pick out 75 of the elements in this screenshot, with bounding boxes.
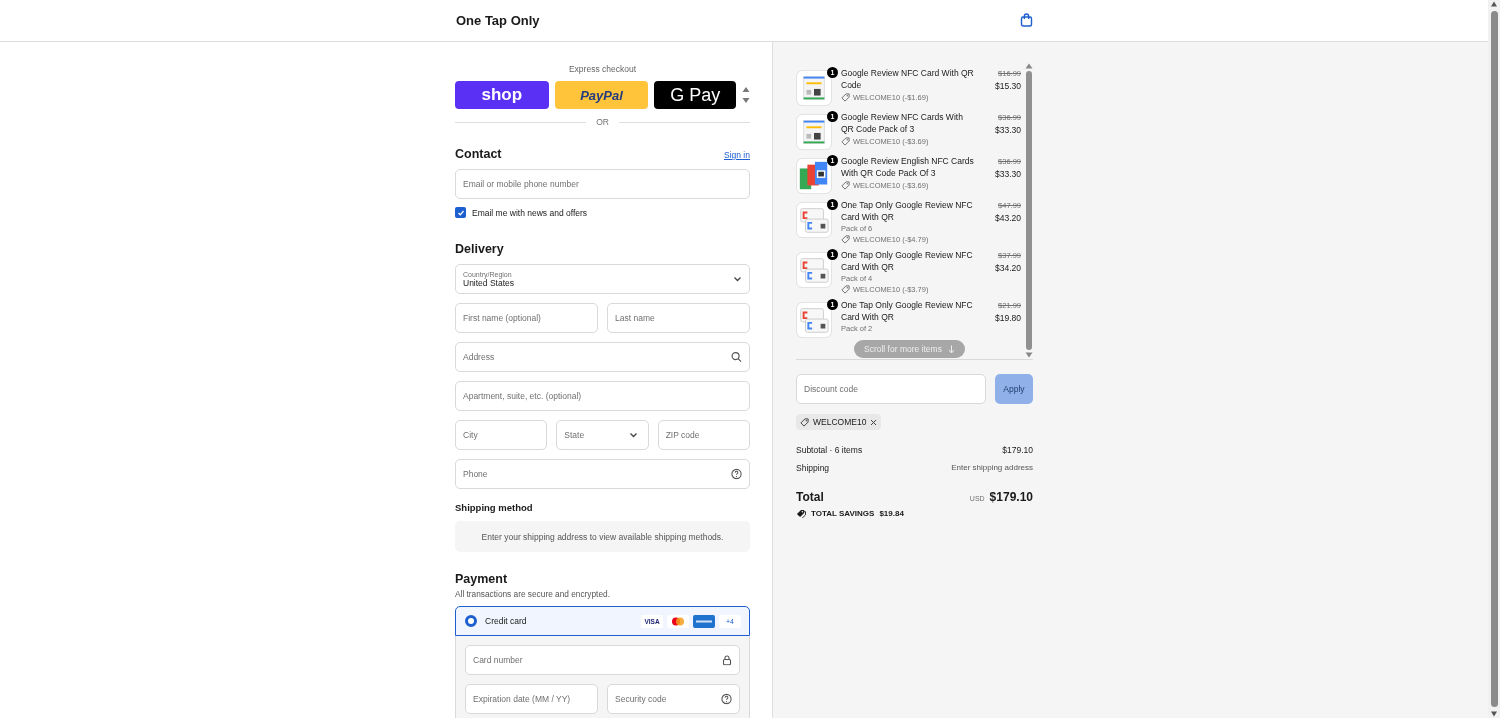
scroll-down-icon[interactable] bbox=[1025, 352, 1033, 358]
product-title: Google Review NFC Cards With QR Code Pack of 3 bbox=[841, 112, 964, 135]
scroll-down-icon[interactable] bbox=[1490, 710, 1498, 718]
savings-value: $19.84 bbox=[879, 509, 904, 518]
sign-in-link[interactable]: Sign in bbox=[724, 150, 750, 160]
total-value: $179.10 bbox=[989, 490, 1033, 504]
item-price: $33.30 bbox=[994, 125, 1021, 135]
input-field[interactable]: Expiration date (MM / YY) bbox=[465, 684, 598, 714]
option-label: Credit card bbox=[485, 616, 527, 626]
discount-chip[interactable]: WELCOME10 bbox=[796, 414, 882, 430]
input-field[interactable]: Card number bbox=[465, 645, 740, 675]
input-field[interactable]: Security code bbox=[607, 684, 740, 714]
input-field[interactable]: ZIP code bbox=[657, 420, 750, 450]
section-heading: Payment bbox=[455, 572, 509, 586]
google-pay-button[interactable]: G Pay bbox=[654, 81, 736, 109]
total-label: Total bbox=[796, 490, 824, 504]
section-heading: Delivery bbox=[455, 242, 504, 256]
section-label: Express checkout bbox=[567, 64, 638, 74]
product-title: One Tap Only Google Review NFC Card With QR bbox=[841, 250, 974, 273]
product-title: One Tap Only Google Review NFC Card With QR bbox=[841, 300, 974, 323]
paypal-button[interactable]: PayPal bbox=[554, 81, 649, 109]
item-price: $15.30 bbox=[994, 81, 1021, 91]
search-icon bbox=[731, 351, 742, 363]
lock-icon bbox=[722, 654, 732, 666]
scrollbar[interactable] bbox=[1025, 63, 1033, 358]
tag-icon bbox=[800, 417, 809, 427]
tag-icon bbox=[841, 235, 850, 244]
arrow-down-icon bbox=[947, 344, 955, 354]
product-title: Google Review NFC Card With QR Code bbox=[841, 68, 975, 91]
chevron-down-icon bbox=[733, 276, 742, 282]
tags-icon bbox=[796, 509, 806, 518]
tag-icon bbox=[841, 285, 850, 294]
tag-icon bbox=[841, 93, 850, 102]
item-price: $43.20 bbox=[994, 213, 1021, 223]
close-icon bbox=[870, 418, 878, 426]
section-heading: Shipping method bbox=[455, 502, 534, 513]
help-icon bbox=[731, 468, 742, 480]
item-price: $33.30 bbox=[994, 169, 1021, 179]
amex-card-icon bbox=[693, 614, 715, 628]
item-price: $34.20 bbox=[994, 263, 1021, 273]
store-name[interactable]: One Tap Only bbox=[456, 12, 540, 28]
info-notice: Enter your shipping address to view available shipping methods. bbox=[455, 521, 750, 552]
input-field[interactable]: Address bbox=[455, 342, 750, 372]
input-field[interactable]: Apartment, suite, etc. (optional) bbox=[455, 381, 750, 411]
subtotal-value: $179.10 bbox=[1002, 445, 1033, 455]
tag-icon bbox=[841, 181, 850, 190]
savings-label: TOTAL SAVINGS bbox=[811, 509, 875, 518]
item-price: $19.80 bbox=[994, 313, 1021, 323]
state-select[interactable]: State bbox=[556, 420, 649, 450]
help-icon bbox=[721, 693, 732, 705]
checkbox-label: Email me with news and offers bbox=[472, 207, 588, 218]
mastercard-icon bbox=[667, 614, 689, 628]
radio-button[interactable] bbox=[465, 615, 477, 627]
tag-icon bbox=[841, 137, 850, 146]
shipping-label: Shipping bbox=[796, 463, 830, 473]
product-title: One Tap Only Google Review NFC Card With QR bbox=[841, 200, 974, 223]
shipping-value: Enter shipping address bbox=[951, 463, 1033, 473]
input-field[interactable]: Phone bbox=[455, 459, 750, 489]
shop-pay-button[interactable]: shop bbox=[455, 81, 549, 109]
input-field[interactable]: Email or mobile phone number bbox=[455, 169, 750, 199]
product-title: Google Review English NFC Cards With QR Code Pack Of 3 bbox=[841, 156, 975, 179]
subtotal-label: Subtotal · 6 items bbox=[796, 445, 863, 455]
input-field[interactable]: City bbox=[455, 420, 548, 450]
scroll-up-icon[interactable] bbox=[1490, 0, 1498, 8]
scroll-arrows-icon bbox=[742, 86, 750, 104]
checkbox[interactable] bbox=[455, 207, 466, 218]
scroll-up-icon[interactable] bbox=[1025, 63, 1033, 69]
input-field[interactable]: Last name bbox=[607, 303, 750, 333]
input-field[interactable]: First name (optional) bbox=[455, 303, 598, 333]
chevron-down-icon bbox=[628, 432, 638, 438]
shopping-bag-icon[interactable] bbox=[1020, 13, 1033, 27]
divider-label: OR bbox=[596, 117, 609, 127]
page-scrollbar[interactable] bbox=[1488, 0, 1500, 718]
section-heading: Contact bbox=[455, 147, 502, 161]
section-subtitle: All transactions are secure and encrypted. bbox=[455, 589, 611, 599]
